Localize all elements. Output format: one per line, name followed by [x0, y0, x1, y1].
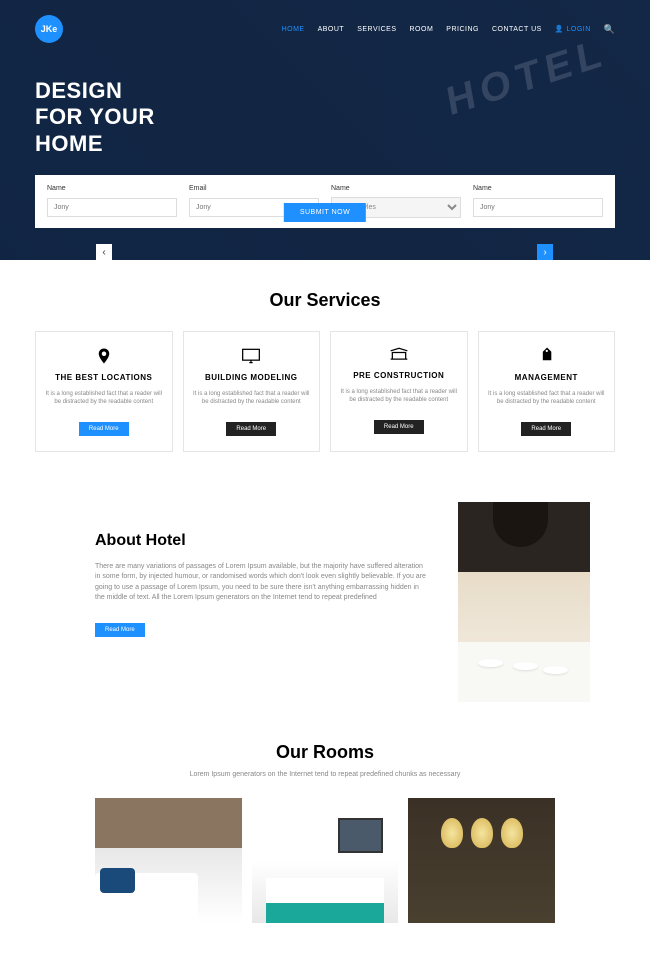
name-input-1[interactable]	[47, 198, 177, 217]
monitor-icon	[192, 347, 312, 365]
nav-pricing[interactable]: PRICING	[446, 26, 479, 33]
service-title: THE BEST LOCATIONS	[44, 373, 164, 382]
services-section: Our Services THE BEST LOCATIONS It is a …	[0, 260, 650, 482]
about-title: About Hotel	[95, 532, 428, 550]
rooms-section: Our Rooms Lorem Ipsum generators on the …	[0, 732, 650, 953]
service-desc: It is a long established fact that a rea…	[487, 390, 607, 407]
nav-room[interactable]: ROOM	[410, 26, 434, 33]
room-card-2[interactable]	[252, 798, 399, 923]
service-card-building: BUILDING MODELING It is a long establish…	[183, 331, 321, 452]
rooms-subtitle: Lorem Ipsum generators on the Internet t…	[35, 771, 615, 778]
service-desc: It is a long established fact that a rea…	[339, 388, 459, 405]
services-title: Our Services	[35, 290, 615, 311]
service-title: BUILDING MODELING	[192, 373, 312, 382]
service-card-locations: THE BEST LOCATIONS It is a long establis…	[35, 331, 173, 452]
read-more-button[interactable]: Read More	[521, 422, 571, 436]
nav-contact[interactable]: CONTACT US	[492, 26, 542, 33]
room-card-1[interactable]	[95, 798, 242, 923]
service-desc: It is a long established fact that a rea…	[192, 390, 312, 407]
form-label-4: Name	[473, 185, 603, 192]
about-image	[458, 502, 590, 702]
carousel-prev-button[interactable]: ‹	[96, 244, 112, 260]
location-icon	[44, 347, 164, 365]
form-label-3: Name	[331, 185, 461, 192]
about-section: About Hotel There are many variations of…	[0, 482, 650, 732]
rooms-title: Our Rooms	[35, 742, 615, 763]
user-icon: 👤	[555, 26, 564, 33]
read-more-button[interactable]: Read More	[79, 422, 129, 436]
read-more-button[interactable]: Read More	[374, 420, 424, 434]
top-nav: JKe HOME ABOUT SERVICES ROOM PRICING CON…	[35, 15, 615, 43]
nav-about[interactable]: ABOUT	[318, 26, 345, 33]
nav-login[interactable]: 👤 LOGIN	[555, 25, 591, 33]
nav-home[interactable]: HOME	[282, 26, 305, 33]
name-input-2[interactable]	[473, 198, 603, 217]
nav-items: HOME ABOUT SERVICES ROOM PRICING CONTACT…	[282, 24, 615, 35]
service-title: MANAGEMENT	[487, 373, 607, 382]
read-more-button[interactable]: Read More	[226, 422, 276, 436]
logo[interactable]: JKe	[35, 15, 63, 43]
about-body: There are many variations of passages of…	[95, 562, 428, 604]
service-title: PRE CONSTRUCTION	[339, 371, 459, 380]
search-icon[interactable]: 🔍	[604, 24, 615, 35]
form-label-2: Email	[189, 185, 319, 192]
tag-icon	[487, 347, 607, 365]
service-desc: It is a long established fact that a rea…	[44, 390, 164, 407]
hero-section: HOTEL JKe HOME ABOUT SERVICES ROOM PRICI…	[0, 0, 650, 260]
about-read-more-button[interactable]: Read More	[95, 623, 145, 637]
carousel-next-button[interactable]: ›	[537, 244, 553, 260]
service-card-construction: PRE CONSTRUCTION It is a long establishe…	[330, 331, 468, 452]
nav-services[interactable]: SERVICES	[357, 26, 396, 33]
room-card-3[interactable]	[408, 798, 555, 923]
service-card-management: MANAGEMENT It is a long established fact…	[478, 331, 616, 452]
bed-icon	[339, 347, 459, 363]
submit-button[interactable]: SUBMIT NOW	[284, 203, 366, 222]
form-label-1: Name	[47, 185, 177, 192]
